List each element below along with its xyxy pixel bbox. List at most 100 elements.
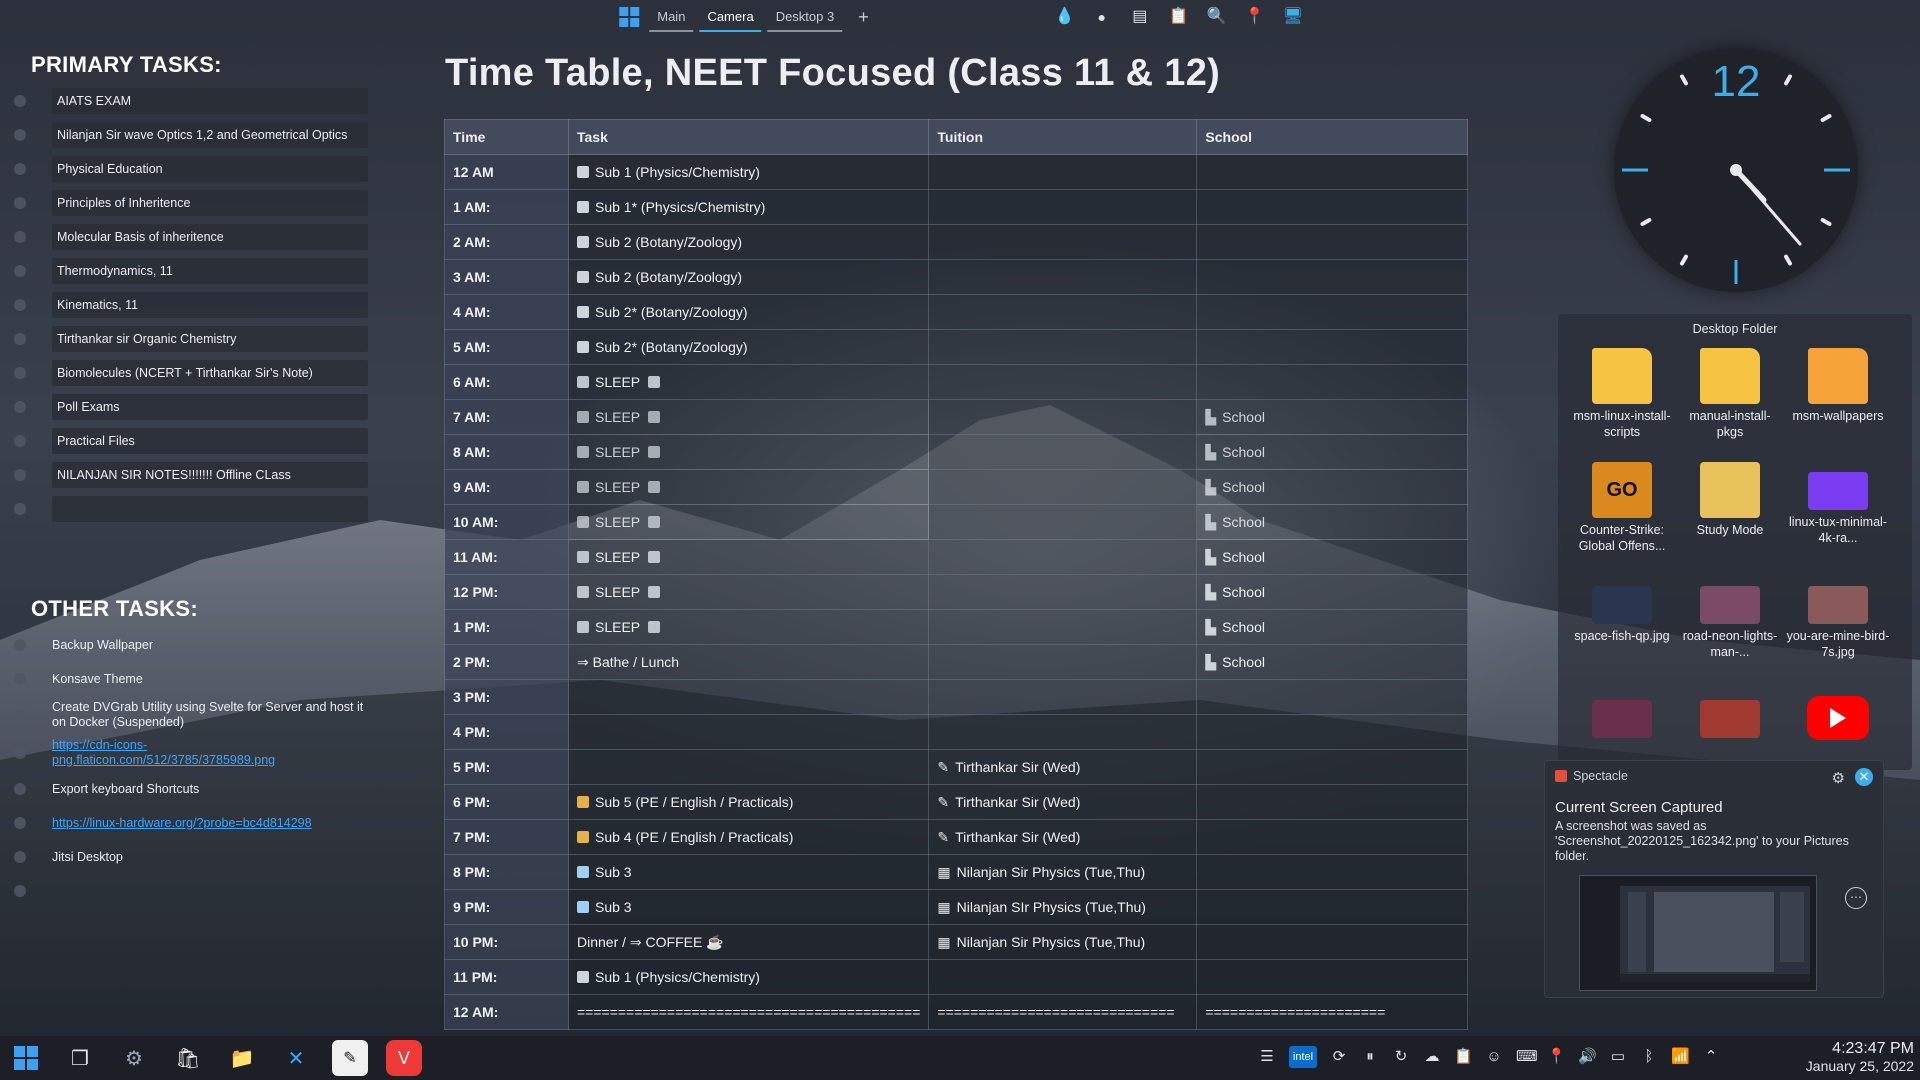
pause-icon[interactable]: ⏸ — [1361, 1046, 1379, 1068]
desktop-item[interactable]: manual-install-pkgs — [1676, 348, 1784, 458]
chevron-up-icon[interactable]: ⌃ — [1702, 1046, 1720, 1068]
task-checkbox[interactable] — [14, 299, 26, 311]
file-manager-icon[interactable]: 📁 — [224, 1040, 260, 1076]
school-cell[interactable] — [1196, 294, 1468, 330]
task-item[interactable]: Kinematics, 11 — [14, 288, 374, 322]
task-view-icon[interactable]: ❐ — [62, 1040, 98, 1076]
task-label[interactable]: Practical Files — [52, 428, 368, 454]
task-item[interactable]: Export keyboard Shortcuts — [14, 772, 374, 806]
task-item[interactable]: Tirthankar sir Organic Chemistry — [14, 322, 374, 356]
bluetooth-icon[interactable]: ᛒ — [1640, 1046, 1658, 1068]
tuition-cell[interactable] — [928, 294, 1198, 330]
task-cell[interactable]: SLEEP — [567, 504, 930, 540]
task-label[interactable]: AIATS EXAM — [52, 88, 368, 114]
desktop-item[interactable]: road-neon-lights-man-... — [1676, 576, 1784, 686]
emoji-icon[interactable]: ☺ — [1485, 1046, 1503, 1068]
school-cell[interactable]: ▙ School — [1196, 574, 1468, 610]
wifi-icon[interactable]: 📶 — [1671, 1046, 1690, 1068]
school-cell[interactable] — [1196, 259, 1468, 295]
task-cell[interactable]: ⇒ Bathe / Lunch — [567, 644, 930, 680]
task-cell[interactable] — [567, 714, 930, 750]
school-cell[interactable] — [1196, 819, 1468, 855]
task-checkbox[interactable] — [14, 435, 26, 447]
text-editor-icon[interactable]: ✎ — [332, 1040, 368, 1076]
task-item[interactable]: Molecular Basis of inheritence — [14, 220, 374, 254]
task-item[interactable]: AIATS EXAM — [14, 84, 374, 118]
task-cell[interactable]: Sub 2 (Botany/Zoology) — [567, 259, 930, 295]
school-cell[interactable]: ▙ School — [1196, 469, 1468, 505]
task-cell[interactable]: Sub 4 (PE / English / Practicals) — [567, 819, 930, 855]
search-icon[interactable]: 🔍 — [1207, 8, 1227, 26]
task-checkbox[interactable] — [14, 197, 26, 209]
task-cell[interactable]: SLEEP — [567, 469, 930, 505]
school-cell[interactable] — [1196, 854, 1468, 890]
tuition-cell[interactable] — [928, 399, 1198, 435]
task-item[interactable]: https://linux-hardware.org/?probe=bc4d81… — [14, 806, 374, 840]
task-cell[interactable]: Sub 2 (Botany/Zoology) — [567, 224, 930, 260]
desktop-tab[interactable]: Main — [649, 3, 694, 32]
task-item[interactable]: Principles of Inheritence — [14, 186, 374, 220]
task-checkbox[interactable] — [14, 469, 26, 481]
task-label[interactable]: Jitsi Desktop — [52, 850, 368, 865]
tuition-cell[interactable]: ▦ Nilanjan Sir Physics (Tue,Thu) — [928, 854, 1198, 890]
task-cell[interactable]: Sub 1* (Physics/Chemistry) — [567, 189, 930, 225]
vivaldi-icon[interactable]: V — [386, 1040, 422, 1076]
screenshot-thumbnail[interactable] — [1579, 875, 1817, 991]
cloud-icon[interactable]: ☁ — [1423, 1046, 1441, 1068]
desktop-item[interactable]: linux-tux-minimal-4k-ra... — [1784, 462, 1892, 572]
task-label[interactable]: Tirthankar sir Organic Chemistry — [52, 326, 368, 352]
task-label[interactable]: Konsave Theme — [52, 672, 368, 687]
tuition-cell[interactable] — [928, 154, 1198, 190]
task-cell[interactable]: Sub 5 (PE / English / Practicals) — [567, 784, 930, 820]
school-cell[interactable]: ▙ School — [1196, 504, 1468, 540]
tuition-cell[interactable]: ✎ Tirthankar Sir (Wed) — [928, 784, 1198, 820]
school-cell[interactable] — [1196, 189, 1468, 225]
location-tray-icon[interactable]: 📍 — [1547, 1046, 1566, 1068]
task-label[interactable]: Backup Wallpaper — [52, 638, 368, 653]
task-cell[interactable]: SLEEP — [567, 539, 930, 575]
tuition-cell[interactable] — [928, 329, 1198, 365]
task-cell[interactable]: Sub 3 — [567, 889, 930, 925]
clipboard-tray-icon[interactable]: 📋 — [1454, 1046, 1473, 1068]
tuition-cell[interactable] — [928, 224, 1198, 260]
task-label[interactable]: NILANJAN SIR NOTES!!!!!!! Offline CLass — [52, 462, 368, 488]
school-cell[interactable] — [1196, 714, 1468, 750]
school-cell[interactable] — [1196, 679, 1468, 715]
tuition-cell[interactable] — [928, 469, 1198, 505]
tuition-cell[interactable] — [928, 609, 1198, 645]
task-checkbox[interactable] — [14, 231, 26, 243]
task-item[interactable]: NILANJAN SIR NOTES!!!!!!! Offline CLass — [14, 458, 374, 492]
task-checkbox[interactable] — [14, 747, 26, 759]
window-icon[interactable]: ▤ — [1131, 8, 1149, 26]
task-cell[interactable]: Sub 3 — [567, 854, 930, 890]
task-label[interactable]: Thermodynamics, 11 — [52, 258, 368, 284]
tuition-cell[interactable] — [928, 504, 1198, 540]
desktop-tab[interactable]: Camera — [699, 3, 762, 32]
desktop-item[interactable]: GO Counter-Strike: Global Offens... — [1568, 462, 1676, 572]
tuition-cell[interactable] — [928, 539, 1198, 575]
school-cell[interactable] — [1196, 924, 1468, 960]
task-item[interactable]: Thermodynamics, 11 — [14, 254, 374, 288]
task-cell[interactable]: ========================================… — [567, 994, 930, 1030]
school-cell[interactable] — [1196, 329, 1468, 365]
task-checkbox[interactable] — [14, 367, 26, 379]
task-cell[interactable]: SLEEP — [567, 574, 930, 610]
task-cell[interactable] — [567, 749, 930, 785]
school-cell[interactable]: ▙ School — [1196, 644, 1468, 680]
task-label[interactable]: Principles of Inheritence — [52, 190, 368, 216]
task-cell[interactable]: Sub 2* (Botany/Zoology) — [567, 329, 930, 365]
windows-logo-icon[interactable] — [619, 7, 640, 27]
task-cell[interactable]: Dinner / ⇒ COFFEE ☕ — [567, 924, 930, 960]
keyboard-icon[interactable]: ⌨ — [1516, 1046, 1538, 1068]
display-icon[interactable]: 🖥 — [1283, 8, 1303, 26]
task-checkbox[interactable] — [14, 851, 26, 863]
tuition-cell[interactable] — [928, 714, 1198, 750]
task-item[interactable] — [14, 492, 374, 526]
refresh-icon[interactable]: ↻ — [1392, 1046, 1410, 1068]
tuition-cell[interactable]: ▦ Nilanjan SIr Physics (Tue,Thu) — [928, 889, 1198, 925]
task-checkbox[interactable] — [14, 783, 26, 795]
close-icon[interactable]: ✕ — [1855, 768, 1873, 786]
tuition-cell[interactable] — [928, 574, 1198, 610]
notes-icon[interactable]: ☰ — [1258, 1046, 1276, 1068]
school-cell[interactable] — [1196, 784, 1468, 820]
